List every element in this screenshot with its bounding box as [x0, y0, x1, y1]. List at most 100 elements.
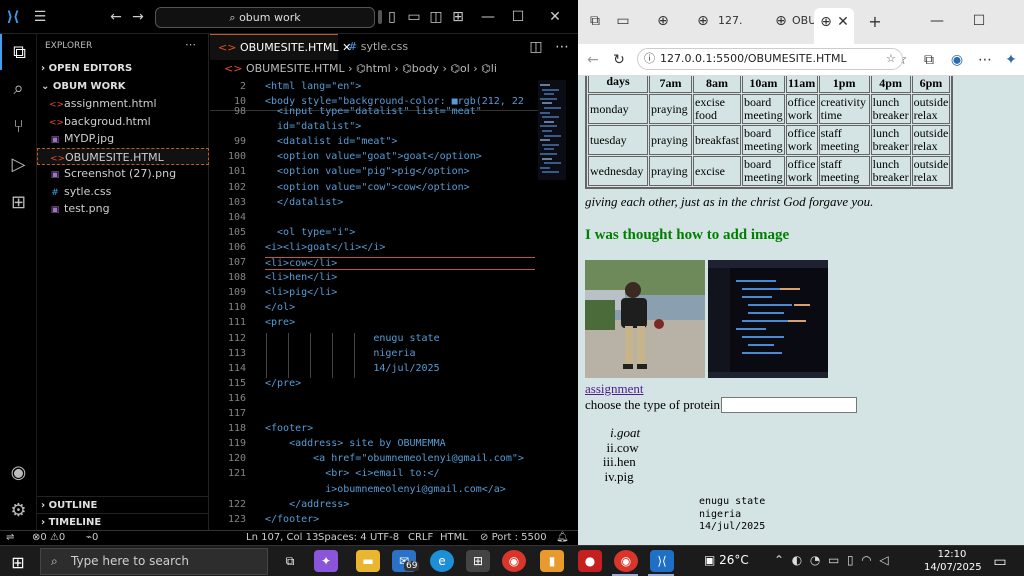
- code-line[interactable]: id="datalist">: [265, 121, 361, 132]
- code-line[interactable]: <pre>: [265, 317, 295, 328]
- code-line[interactable]: </address>: [265, 499, 349, 510]
- file-item[interactable]: ▣ MYDP.jpg: [37, 130, 209, 147]
- code-line[interactable]: <option value="cow">cow</option>: [265, 182, 470, 193]
- address-bar[interactable]: ⓘ 127.0.0.1:5500/OBUMESITE.HTML ☆: [637, 48, 903, 70]
- file-item[interactable]: <>assignment.html: [37, 95, 209, 112]
- task-view-icon[interactable]: ⧉: [278, 550, 302, 572]
- code-line[interactable]: <br> <i>email to:</: [265, 468, 439, 479]
- language-mode[interactable]: HTML: [440, 532, 468, 543]
- command-center-search[interactable]: ⌕ obum work: [155, 7, 375, 28]
- timeline-section[interactable]: › TIMELINE: [37, 513, 209, 530]
- maximize-icon[interactable]: ☐: [970, 12, 988, 30]
- code-line[interactable]: <li>hen</li>: [265, 272, 337, 283]
- search-icon[interactable]: ⌕: [0, 70, 37, 106]
- toggle-sidebar-icon[interactable]: ▯: [384, 8, 400, 26]
- copilot-icon[interactable]: ✦: [1002, 51, 1020, 69]
- cursor-position[interactable]: Ln 107, Col 13: [246, 532, 318, 543]
- outline-section[interactable]: › OUTLINE: [37, 496, 209, 513]
- code-line[interactable]: <datalist id="meat">: [265, 136, 397, 147]
- globe-icon[interactable]: ⊕: [654, 12, 672, 30]
- globe-icon[interactable]: ⊕: [694, 12, 712, 30]
- problems-indicator[interactable]: ⊗0 ⚠0: [32, 532, 65, 543]
- chevron-up-icon[interactable]: ⌃: [774, 553, 784, 567]
- chrome-icon[interactable]: ◉: [502, 550, 526, 572]
- close-tab-icon[interactable]: ✕: [836, 14, 850, 30]
- split-editor-icon[interactable]: ◫: [528, 38, 544, 56]
- file-explorer-icon[interactable]: ▬: [356, 550, 380, 572]
- minimize-icon[interactable]: —: [478, 8, 498, 26]
- forward-arrow-icon[interactable]: →: [130, 8, 146, 26]
- more-actions-icon[interactable]: ⋯: [185, 38, 196, 51]
- tab-sytle-css[interactable]: # sytle.css: [340, 34, 416, 60]
- back-arrow-icon[interactable]: ←: [108, 8, 124, 26]
- explorer-icon[interactable]: ⧉: [0, 34, 37, 70]
- system-tray[interactable]: ⌃ ◐ ◔ ▭ ▯ ◠ ◁: [774, 553, 889, 567]
- protein-input[interactable]: [721, 397, 857, 413]
- code-line[interactable]: <ol type="i">: [265, 227, 355, 238]
- encoding[interactable]: UTF-8: [370, 532, 399, 543]
- collections-icon[interactable]: ⧉: [920, 51, 938, 69]
- maximize-icon[interactable]: ☐: [508, 8, 528, 26]
- star-icon[interactable]: ☆: [886, 49, 896, 69]
- source-control-icon[interactable]: ⑂: [0, 108, 37, 144]
- refresh-icon[interactable]: ↻: [610, 51, 628, 69]
- edge-icon[interactable]: e: [430, 550, 454, 572]
- code-line[interactable]: <input type="datalist" list="meat": [265, 106, 482, 117]
- code-line[interactable]: <option value="goat">goat</option>: [265, 151, 482, 162]
- notifications-icon[interactable]: ▭: [990, 552, 1010, 572]
- minimize-icon[interactable]: —: [928, 12, 946, 30]
- globe-icon[interactable]: ⊕: [772, 12, 790, 30]
- file-item[interactable]: ▣ Screenshot (27).png: [37, 165, 209, 182]
- code-line[interactable]: <li>cow</li>: [265, 257, 535, 270]
- vscode-app-icon[interactable]: ⟩⟨: [650, 550, 674, 572]
- ports-indicator[interactable]: ⌁0: [86, 532, 98, 543]
- code-line[interactable]: <i><li>goat</li></i>: [265, 242, 385, 253]
- code-line[interactable]: 14/jul/2025: [265, 363, 439, 374]
- code-line[interactable]: i>obumnemeolenyi@gmail.com</a>: [265, 484, 506, 495]
- remote-icon[interactable]: ⇌: [6, 532, 14, 543]
- live-server-port[interactable]: ⊘ Port : 5500: [480, 532, 547, 543]
- folder-section[interactable]: ⌄ OBUM WORK: [37, 78, 209, 95]
- wifi-icon[interactable]: ◠: [861, 553, 871, 567]
- tab-actions-icon[interactable]: ▭: [614, 12, 632, 30]
- code-line[interactable]: <option value="pig">pig</option>: [265, 166, 470, 177]
- notifications-bell-icon[interactable]: 🔔︎: [556, 532, 569, 543]
- indentation[interactable]: Spaces: 4: [318, 532, 367, 543]
- file-item[interactable]: <>backgroud.html: [37, 113, 209, 130]
- file-item-active[interactable]: <>OBUMESITE.HTML: [37, 148, 209, 165]
- profile-icon[interactable]: ◉: [948, 51, 966, 69]
- more-actions-icon[interactable]: ⋯: [554, 38, 570, 56]
- chrome-icon[interactable]: ◉: [614, 550, 638, 572]
- code-line[interactable]: <li>pig</li>: [265, 287, 337, 298]
- extensions-icon[interactable]: ⊞: [0, 184, 37, 220]
- layout-icon[interactable]: ⊞: [450, 8, 466, 26]
- code-line[interactable]: </footer>: [265, 514, 319, 525]
- volume-icon[interactable]: ◁: [879, 553, 888, 567]
- code-line[interactable]: <a href="obumnemeolenyi@gmail.com">: [265, 453, 524, 464]
- breadcrumb-item[interactable]: li: [491, 62, 497, 75]
- breadcrumb-item[interactable]: OBUMESITE.HTML: [246, 62, 345, 75]
- file-item[interactable]: ▣ test.png: [37, 200, 209, 217]
- account-icon[interactable]: ◉: [0, 454, 37, 490]
- battery-icon[interactable]: ▯: [847, 553, 854, 567]
- back-arrow-icon[interactable]: ←: [584, 51, 602, 69]
- breadcrumb-item[interactable]: html: [366, 62, 391, 75]
- open-editors-section[interactable]: › OPEN EDITORS: [37, 60, 209, 77]
- minimap[interactable]: [538, 80, 566, 180]
- code-line[interactable]: </datalist>: [265, 197, 343, 208]
- workspaces-icon[interactable]: ⧉: [586, 12, 604, 30]
- network-icon[interactable]: ▭: [828, 553, 839, 567]
- tray-app-icon[interactable]: ◐: [792, 553, 802, 567]
- file-item[interactable]: # sytle.css: [37, 183, 209, 200]
- run-debug-icon[interactable]: ▷: [0, 146, 37, 182]
- weather-widget[interactable]: ▣ 26°C: [704, 553, 749, 567]
- code-line[interactable]: <address> site by OBUMEMMA: [265, 438, 446, 449]
- app-icon[interactable]: ▮: [540, 550, 564, 572]
- line-ending[interactable]: CRLF: [408, 532, 433, 543]
- tab-obumesite[interactable]: <> OBUMESITE.HTML ✕: [210, 34, 351, 60]
- menu-icon[interactable]: ☰: [30, 8, 50, 26]
- code-line[interactable]: <footer>: [265, 423, 313, 434]
- more-actions-icon[interactable]: ⋯: [976, 51, 994, 69]
- new-tab-icon[interactable]: +: [866, 12, 884, 31]
- settings-gear-icon[interactable]: ⚙: [0, 492, 37, 528]
